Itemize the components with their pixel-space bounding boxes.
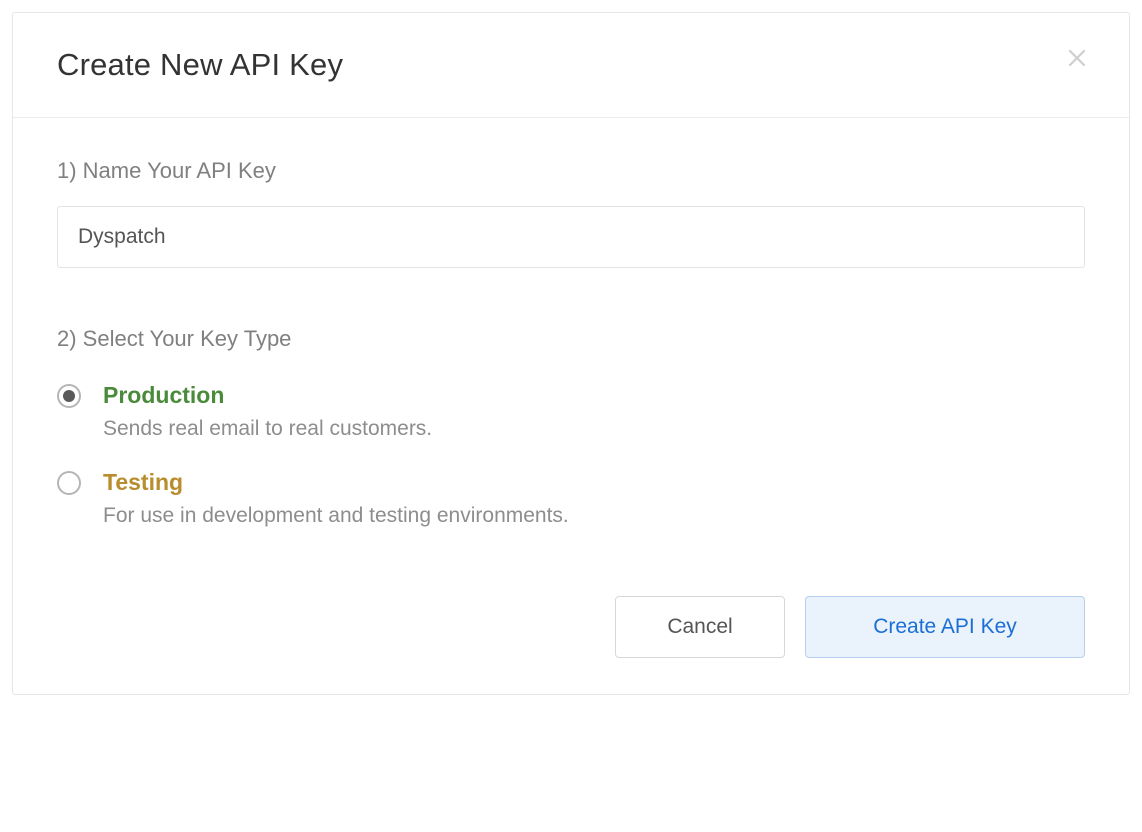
modal-body: 1) Name Your API Key 2) Select Your Key …	[13, 118, 1129, 566]
radio-desc-testing: For use in development and testing envir…	[103, 504, 1085, 528]
radio-circle-testing[interactable]	[57, 471, 81, 495]
radio-text-production: Production Sends real email to real cust…	[103, 382, 1085, 441]
key-type-radio-group: Production Sends real email to real cust…	[57, 382, 1085, 528]
step1-label: 1) Name Your API Key	[57, 158, 1085, 184]
api-key-name-input[interactable]	[57, 206, 1085, 268]
radio-option-testing[interactable]: Testing For use in development and testi…	[57, 469, 1085, 528]
modal-footer: Cancel Create API Key	[13, 566, 1129, 694]
create-api-key-modal: Create New API Key 1) Name Your API Key …	[12, 12, 1130, 695]
radio-title-testing: Testing	[103, 469, 1085, 496]
cancel-button[interactable]: Cancel	[615, 596, 785, 658]
modal-header: Create New API Key	[13, 13, 1129, 118]
radio-desc-production: Sends real email to real customers.	[103, 417, 1085, 441]
close-icon	[1067, 45, 1087, 73]
radio-option-production[interactable]: Production Sends real email to real cust…	[57, 382, 1085, 441]
radio-title-production: Production	[103, 382, 1085, 409]
close-button[interactable]	[1059, 41, 1095, 77]
modal-title: Create New API Key	[57, 47, 1085, 83]
radio-circle-production[interactable]	[57, 384, 81, 408]
radio-text-testing: Testing For use in development and testi…	[103, 469, 1085, 528]
create-api-key-button[interactable]: Create API Key	[805, 596, 1085, 658]
step2-label: 2) Select Your Key Type	[57, 326, 1085, 352]
